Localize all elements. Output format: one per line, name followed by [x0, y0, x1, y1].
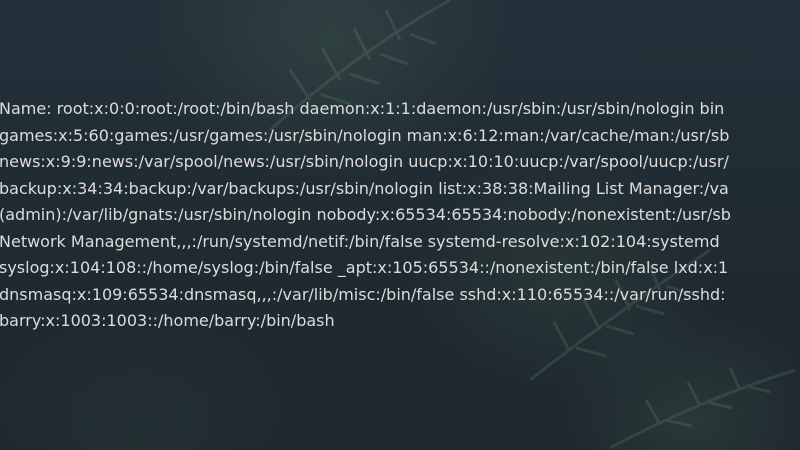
passwd-line: dnsmasq:x:109:65534:dnsmasq,,,:/var/lib/…: [0, 284, 726, 304]
passwd-line: news:x:9:9:news:/var/spool/news:/usr/sbi…: [0, 152, 729, 171]
passwd-line: syslog:x:104:108::/home/syslog:/bin/fals…: [0, 258, 729, 277]
fern-leaf-decoration: [609, 367, 796, 450]
passwd-line: Network Management,,,:/run/systemd/netif…: [0, 231, 720, 251]
passwd-line: (admin):/var/lib/gnats:/usr/sbin/nologin…: [0, 205, 731, 224]
passwd-line: backup:x:34:34:backup:/var/backups:/usr/…: [0, 178, 729, 198]
passwd-line: barry:x:1003:1003::/home/barry:/bin/bash: [0, 311, 335, 330]
passwd-text-block: Name: root:x:0:0:root:/root:/bin/bash da…: [0, 96, 800, 335]
passwd-line: Name: root:x:0:0:root:/root:/bin/bash da…: [0, 99, 725, 118]
passwd-line: games:x:5:60:games:/usr/games:/usr/sbin/…: [0, 125, 730, 145]
